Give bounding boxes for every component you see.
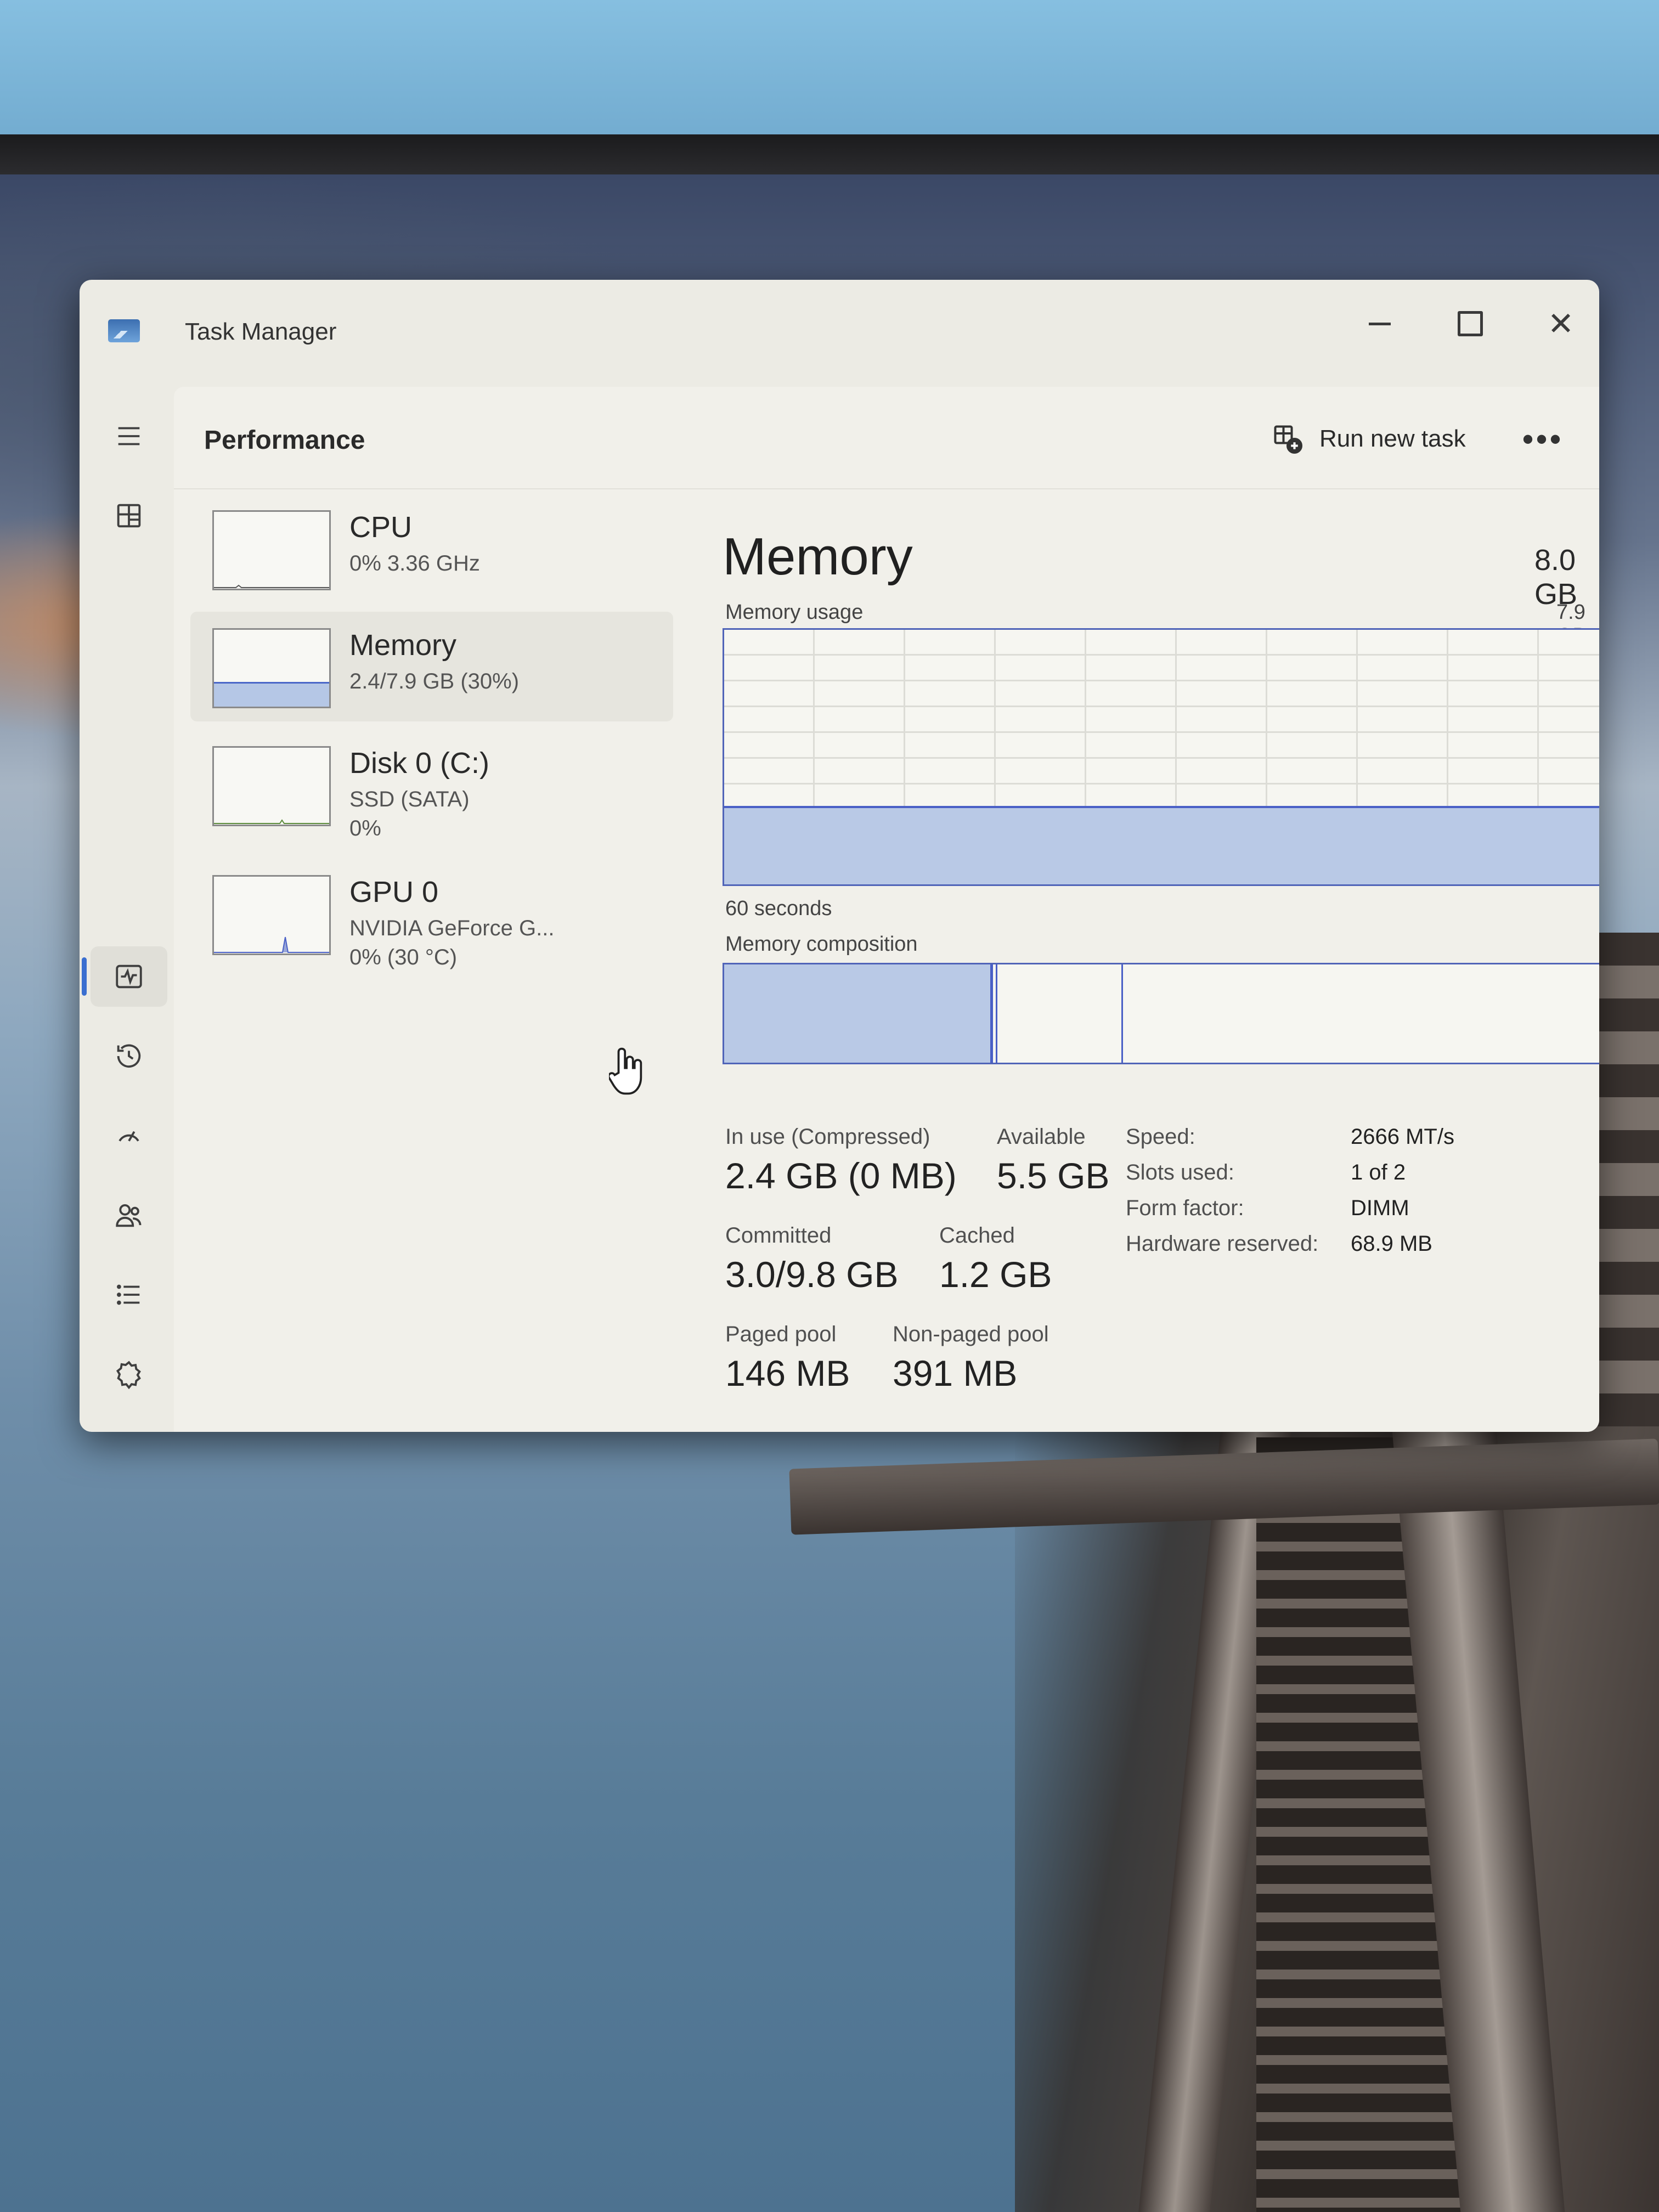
cached-label: Cached <box>939 1223 1015 1248</box>
nav-menu-button[interactable] <box>91 406 167 466</box>
minimize-button[interactable] <box>1344 291 1415 357</box>
memory-detail-pane: Memory 8.0 GB Memory usage 7.9 GB 60 sec… <box>723 387 1599 1432</box>
task-manager-app-icon <box>108 319 140 342</box>
task-manager-window: Task Manager ✕ Performance Run new task … <box>80 280 1599 1432</box>
close-button[interactable]: ✕ <box>1525 291 1596 357</box>
resource-name: GPU 0 <box>349 876 439 909</box>
performance-icon <box>116 964 142 989</box>
window-title: Task Manager <box>185 318 337 345</box>
memory-mini-graph <box>212 628 331 708</box>
resource-name: CPU <box>349 511 413 544</box>
speed-value: 2666 MT/s <box>1351 1125 1454 1149</box>
startup-icon <box>119 1131 139 1142</box>
menu-icon <box>118 427 140 445</box>
services-icon <box>116 1361 141 1390</box>
cached-value: 1.2 GB <box>939 1254 1052 1295</box>
title-bar[interactable]: Task Manager ✕ <box>80 280 1599 384</box>
resource-item-disk[interactable]: Disk 0 (C:) SSD (SATA) 0% <box>190 730 673 840</box>
nonpaged-pool-value: 391 MB <box>893 1353 1018 1393</box>
memory-mini-graph-fill <box>214 682 329 707</box>
resource-detail-2: 0% <box>349 816 381 840</box>
speed-label: Speed: <box>1126 1125 1195 1149</box>
paged-pool-value: 146 MB <box>725 1353 850 1393</box>
nav-services[interactable] <box>91 1344 167 1404</box>
resource-detail: 2.4/7.9 GB (30%) <box>349 669 520 693</box>
composition-in-use <box>724 964 994 1063</box>
resource-item-cpu[interactable]: CPU 0% 3.36 GHz <box>190 494 673 603</box>
processes-icon <box>117 504 141 528</box>
in-use-value: 2.4 GB (0 MB) <box>725 1155 957 1196</box>
form-factor-label: Form factor: <box>1126 1196 1244 1220</box>
resource-item-gpu[interactable]: GPU 0 NVIDIA GeForce G... 0% (30 °C) <box>190 859 673 969</box>
minimize-icon <box>1369 322 1391 325</box>
paged-pool-label: Paged pool <box>725 1322 837 1346</box>
resource-name: Disk 0 (C:) <box>349 747 489 780</box>
resource-detail: SSD (SATA) <box>349 787 470 811</box>
resource-detail: NVIDIA GeForce G... <box>349 916 555 940</box>
monitor-bezel <box>0 134 1659 176</box>
memory-usage-label: Memory usage <box>725 601 864 624</box>
memory-usage-fill <box>724 805 1599 884</box>
maximize-button[interactable] <box>1435 291 1506 357</box>
resource-name: Memory <box>349 629 457 662</box>
memory-usage-graph <box>723 628 1599 886</box>
gpu-mini-graph <box>212 875 331 955</box>
nav-app-history[interactable] <box>91 1026 167 1086</box>
composition-standby <box>997 964 1124 1063</box>
in-use-label: In use (Compressed) <box>725 1125 930 1149</box>
memory-title: Memory <box>723 527 913 586</box>
content-pane: Performance Run new task ••• CPU 0% 3.36… <box>174 387 1599 1432</box>
slots-value: 1 of 2 <box>1351 1160 1406 1184</box>
graph-time-span: 60 seconds <box>725 897 832 920</box>
history-icon <box>117 1044 141 1068</box>
available-label: Available <box>997 1125 1086 1149</box>
resource-detail: 0% 3.36 GHz <box>349 551 480 575</box>
nav-active-indicator <box>82 957 87 996</box>
hand-cursor-icon <box>609 1047 642 1095</box>
form-factor-value: DIMM <box>1351 1196 1409 1220</box>
navigation-rail <box>80 384 178 1432</box>
users-icon <box>116 1204 142 1227</box>
nav-details[interactable] <box>91 1265 167 1325</box>
resource-detail-2: 0% (30 °C) <box>349 945 458 969</box>
nav-startup-apps[interactable] <box>91 1105 167 1166</box>
disk-mini-graph <box>212 746 331 826</box>
memory-composition-label: Memory composition <box>725 933 918 956</box>
nav-processes[interactable] <box>91 486 167 546</box>
hardware-reserved-label: Hardware reserved: <box>1126 1232 1319 1256</box>
hardware-reserved-value: 68.9 MB <box>1351 1232 1432 1256</box>
close-icon: ✕ <box>1547 306 1575 342</box>
page-title: Performance <box>204 426 365 455</box>
resource-item-memory[interactable]: Memory 2.4/7.9 GB (30%) <box>190 612 673 721</box>
wall-background <box>0 0 1659 137</box>
available-value: 5.5 GB <box>997 1155 1110 1196</box>
maximize-icon <box>1458 311 1483 336</box>
slots-label: Slots used: <box>1126 1160 1234 1184</box>
nav-users[interactable] <box>91 1185 167 1245</box>
nav-performance[interactable] <box>91 946 167 1007</box>
memory-composition-bar <box>723 963 1599 1064</box>
cpu-mini-graph <box>212 510 331 590</box>
composition-modified <box>993 964 998 1063</box>
details-icon <box>117 1284 140 1305</box>
committed-value: 3.0/9.8 GB <box>725 1254 899 1295</box>
committed-label: Committed <box>725 1223 832 1248</box>
nonpaged-pool-label: Non-paged pool <box>893 1322 1049 1346</box>
